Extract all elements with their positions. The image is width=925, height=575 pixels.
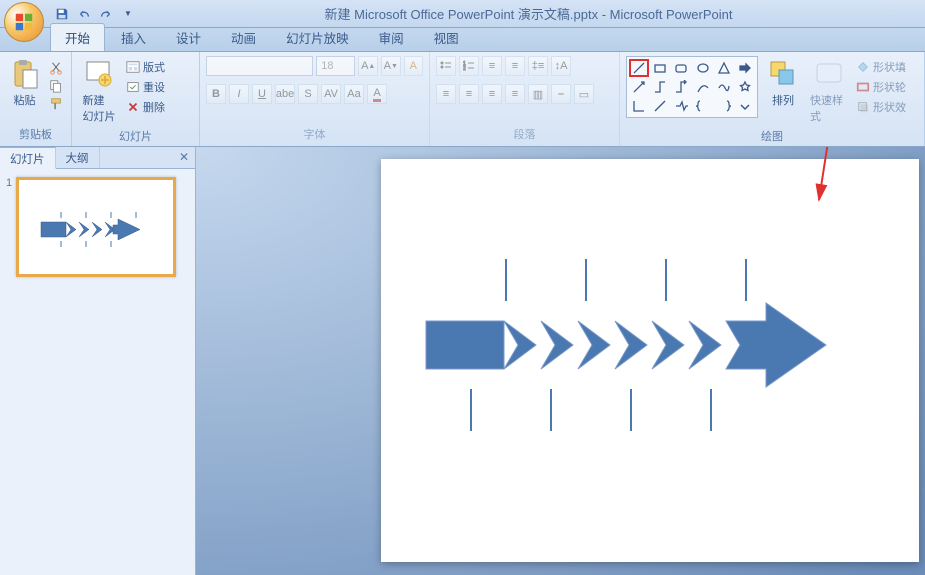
cut-button[interactable] bbox=[47, 60, 65, 76]
tab-animations[interactable]: 动画 bbox=[217, 24, 270, 51]
copy-button[interactable] bbox=[47, 78, 65, 94]
thumbnail-preview[interactable] bbox=[16, 177, 176, 277]
quick-styles-button[interactable]: 快速样式 bbox=[808, 56, 850, 126]
tab-review[interactable]: 审阅 bbox=[365, 24, 418, 51]
shape-connector2[interactable] bbox=[650, 97, 670, 115]
shape-freeform[interactable] bbox=[714, 78, 734, 96]
clear-format-button[interactable]: A bbox=[404, 56, 424, 76]
group-drawing: 排列 快速样式 形状填 形状轮 形状效 绘图 bbox=[620, 52, 925, 146]
text-direction-button[interactable]: ↕A bbox=[551, 56, 571, 76]
shape-rectangle[interactable] bbox=[650, 59, 670, 77]
shape-oval[interactable] bbox=[692, 59, 712, 77]
increase-indent-button[interactable]: ≡ bbox=[505, 56, 525, 76]
thumbnails: 1 bbox=[0, 169, 195, 575]
qat-dropdown-icon[interactable]: ▼ bbox=[120, 6, 136, 22]
char-spacing-button[interactable]: AV bbox=[321, 84, 341, 104]
ribbon: 粘贴 剪贴板 新建 幻灯片 版式 重设 删除 幻灯片 bbox=[0, 52, 925, 147]
group-label-slides: 幻灯片 bbox=[78, 126, 193, 146]
redo-icon[interactable] bbox=[98, 6, 114, 22]
strike-button[interactable]: abe bbox=[275, 84, 295, 104]
group-label-drawing: 绘图 bbox=[626, 126, 918, 146]
tab-home[interactable]: 开始 bbox=[50, 23, 105, 51]
slide[interactable] bbox=[381, 159, 919, 562]
group-font: 18 A▲ A▼ A B I U abe S AV Aa A 字体 bbox=[200, 52, 430, 146]
align-text-button[interactable]: ⎯ bbox=[551, 84, 571, 104]
shadow-button[interactable]: S bbox=[298, 84, 318, 104]
quick-access-toolbar: ▼ bbox=[54, 6, 136, 22]
work-area: 幻灯片 大纲 ✕ 1 bbox=[0, 147, 925, 575]
shapes-gallery[interactable] bbox=[626, 56, 758, 118]
align-left-button[interactable]: ≡ bbox=[436, 84, 456, 104]
office-button[interactable] bbox=[4, 2, 44, 42]
align-right-button[interactable]: ≡ bbox=[482, 84, 502, 104]
shape-curve[interactable] bbox=[692, 78, 712, 96]
tab-slideshow[interactable]: 幻灯片放映 bbox=[272, 24, 363, 51]
reset-button[interactable]: 重设 bbox=[124, 78, 167, 96]
ribbon-tabs: 开始 插入 设计 动画 幻灯片放映 审阅 视图 bbox=[0, 28, 925, 52]
shape-arrow-line[interactable] bbox=[629, 78, 649, 96]
change-case-button[interactable]: Aa bbox=[344, 84, 364, 104]
group-label-clipboard: 剪贴板 bbox=[6, 124, 65, 144]
paste-button[interactable]: 粘贴 bbox=[6, 56, 43, 110]
pane-close-icon[interactable]: ✕ bbox=[173, 147, 195, 168]
numbering-button[interactable]: 12 bbox=[459, 56, 479, 76]
group-slides: 新建 幻灯片 版式 重设 删除 幻灯片 bbox=[72, 52, 200, 146]
thumbnail-number: 1 bbox=[6, 177, 12, 277]
shape-right-arrow[interactable] bbox=[735, 59, 755, 77]
columns-button[interactable]: ▥ bbox=[528, 84, 548, 104]
italic-button[interactable]: I bbox=[229, 84, 249, 104]
line-spacing-button[interactable]: ‡≡ bbox=[528, 56, 548, 76]
group-label-font: 字体 bbox=[206, 124, 423, 144]
shape-elbow-arrow[interactable] bbox=[671, 78, 691, 96]
shape-line[interactable] bbox=[629, 59, 649, 77]
font-color-button[interactable]: A bbox=[367, 84, 387, 104]
grow-font-button[interactable]: A▲ bbox=[358, 56, 378, 76]
tab-insert[interactable]: 插入 bbox=[107, 24, 160, 51]
bold-button[interactable]: B bbox=[206, 84, 226, 104]
underline-button[interactable]: U bbox=[252, 84, 272, 104]
shrink-font-button[interactable]: A▼ bbox=[381, 56, 401, 76]
shape-effects-button[interactable]: 形状效 bbox=[854, 98, 908, 116]
font-name-combo[interactable] bbox=[206, 56, 313, 76]
shape-more[interactable] bbox=[735, 97, 755, 115]
shape-rounded-rect[interactable] bbox=[671, 59, 691, 77]
shape-star[interactable] bbox=[735, 78, 755, 96]
delete-button[interactable]: 删除 bbox=[124, 98, 167, 116]
layout-button[interactable]: 版式 bbox=[124, 58, 167, 76]
pane-tabs: 幻灯片 大纲 ✕ bbox=[0, 147, 195, 169]
format-painter-button[interactable] bbox=[47, 96, 65, 112]
shape-fill-button[interactable]: 形状填 bbox=[854, 58, 908, 76]
undo-icon[interactable] bbox=[76, 6, 92, 22]
thumbnail-1[interactable]: 1 bbox=[6, 177, 189, 277]
group-clipboard: 粘贴 剪贴板 bbox=[0, 52, 72, 146]
smartart-button[interactable]: ▭ bbox=[574, 84, 594, 104]
shape-brace[interactable] bbox=[692, 97, 712, 115]
shape-outline-button[interactable]: 形状轮 bbox=[854, 78, 908, 96]
group-paragraph: 12 ≡ ≡ ‡≡ ↕A ≡ ≡ ≡ ≡ ▥ ⎯ ▭ 段落 bbox=[430, 52, 620, 146]
shape-elbow[interactable] bbox=[650, 78, 670, 96]
tab-design[interactable]: 设计 bbox=[162, 24, 215, 51]
pane-tab-outline[interactable]: 大纲 bbox=[56, 147, 100, 168]
decrease-indent-button[interactable]: ≡ bbox=[482, 56, 502, 76]
align-center-button[interactable]: ≡ bbox=[459, 84, 479, 104]
svg-text:2: 2 bbox=[463, 66, 466, 72]
window-title: 新建 Microsoft Office PowerPoint 演示文稿.pptx… bbox=[136, 4, 921, 23]
tab-view[interactable]: 视图 bbox=[420, 24, 473, 51]
slides-pane: 幻灯片 大纲 ✕ 1 bbox=[0, 147, 196, 575]
save-icon[interactable] bbox=[54, 6, 70, 22]
new-slide-button[interactable]: 新建 幻灯片 bbox=[78, 56, 120, 126]
group-label-paragraph: 段落 bbox=[436, 124, 613, 144]
font-size-combo[interactable]: 18 bbox=[316, 56, 355, 76]
new-slide-label: 新建 幻灯片 bbox=[83, 92, 116, 124]
shape-bracket[interactable] bbox=[714, 97, 734, 115]
slide-canvas-area[interactable] bbox=[196, 147, 925, 575]
arrange-button[interactable]: 排列 bbox=[762, 56, 804, 110]
shape-triangle[interactable] bbox=[714, 59, 734, 77]
shape-connector1[interactable] bbox=[629, 97, 649, 115]
shape-connector3[interactable] bbox=[671, 97, 691, 115]
justify-button[interactable]: ≡ bbox=[505, 84, 525, 104]
bullets-button[interactable] bbox=[436, 56, 456, 76]
pane-tab-slides[interactable]: 幻灯片 bbox=[0, 147, 56, 169]
